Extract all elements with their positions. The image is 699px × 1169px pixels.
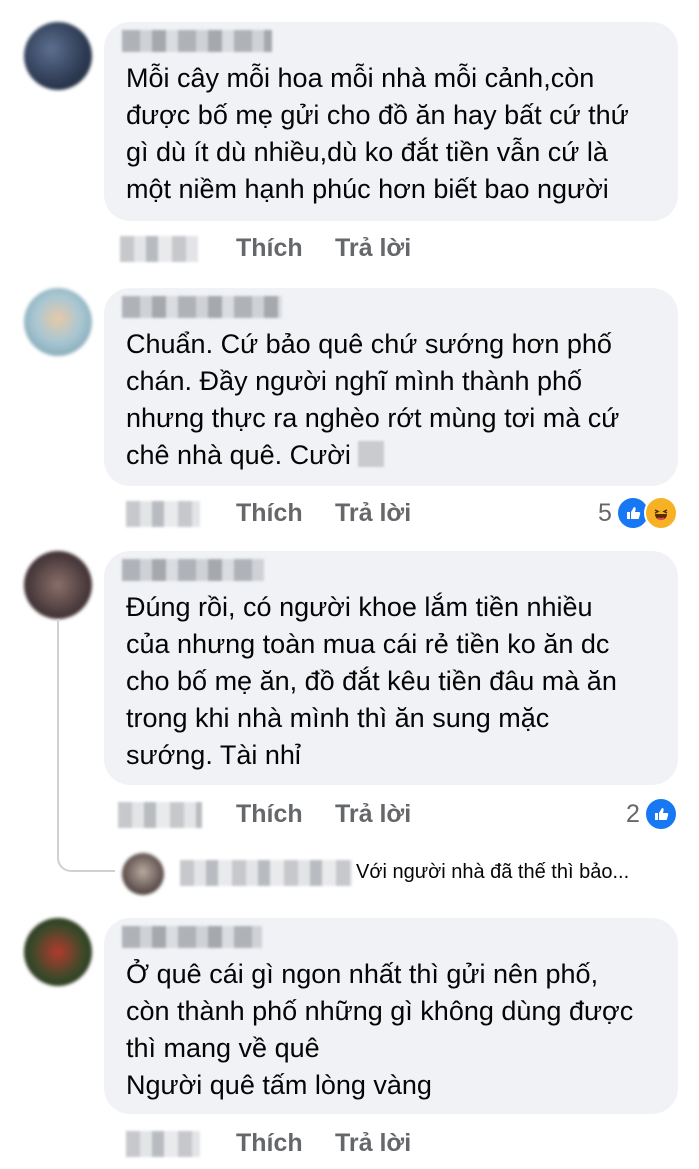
timestamp[interactable]: [120, 236, 198, 262]
comment-bubble: Ở quê cái gì ngon nhất thì gửi nên phố, …: [104, 918, 678, 1114]
reply-preview[interactable]: Với người nhà đã thế thì bảo...: [0, 848, 699, 898]
avatar: [122, 853, 164, 895]
avatar[interactable]: [24, 918, 92, 986]
comment-text: Đúng rồi, có người khoe lắm tiền nhiều c…: [126, 592, 617, 770]
like-button[interactable]: Thích: [236, 1129, 303, 1158]
comment-text: Ở quê cái gì ngon nhất thì gửi nên phố, …: [126, 959, 634, 1100]
reply-author-name[interactable]: [180, 860, 352, 886]
author-name[interactable]: [122, 559, 264, 581]
comment-actions: Thích Trả lời 2: [0, 794, 699, 834]
comment-bubble: Mỗi cây mỗi hoa mỗi nhà mỗi cảnh,còn đượ…: [104, 22, 678, 221]
avatar[interactable]: [24, 22, 92, 90]
reaction-count: 5: [598, 498, 612, 527]
reply-button[interactable]: Trả lời: [335, 499, 411, 528]
comment-bubble: Chuẩn. Cứ bảo quê chứ sướng hơn phố chán…: [104, 288, 678, 486]
emoji-icon: [358, 441, 385, 467]
reply-button[interactable]: Trả lời: [335, 234, 411, 263]
author-name[interactable]: [122, 926, 262, 948]
haha-icon: [643, 496, 678, 530]
comment-bubble: Đúng rồi, có người khoe lắm tiền nhiều c…: [104, 551, 678, 785]
author-name[interactable]: [122, 30, 272, 52]
reply-button[interactable]: Trả lời: [335, 1129, 411, 1158]
reaction-count: 2: [626, 799, 640, 828]
like-button[interactable]: Thích: [236, 499, 303, 528]
thread-line: [57, 619, 115, 872]
reply-preview-text: Với người nhà đã thế thì bảo...: [356, 861, 630, 883]
comment-actions: Thích Trả lời 5: [0, 493, 699, 533]
comment-text: Mỗi cây mỗi hoa mỗi nhà mỗi cảnh,còn đượ…: [126, 63, 629, 204]
comment-text: Chuẩn. Cứ bảo quê chứ sướng hơn phố chán…: [126, 329, 620, 470]
avatar[interactable]: [24, 551, 92, 619]
avatar[interactable]: [24, 288, 92, 356]
author-name[interactable]: [122, 296, 282, 318]
timestamp[interactable]: [118, 802, 202, 828]
like-button[interactable]: Thích: [236, 800, 303, 829]
like-button[interactable]: Thích: [236, 234, 303, 263]
comment-actions: Thích Trả lời: [0, 1123, 699, 1163]
reply-button[interactable]: Trả lời: [335, 800, 411, 829]
timestamp[interactable]: [126, 501, 200, 527]
like-icon: [643, 797, 678, 831]
timestamp[interactable]: [126, 1131, 200, 1157]
reaction-summary[interactable]: 2: [626, 797, 678, 831]
comment-actions: Thích Trả lời: [0, 228, 699, 268]
reaction-summary[interactable]: 5: [598, 496, 678, 530]
